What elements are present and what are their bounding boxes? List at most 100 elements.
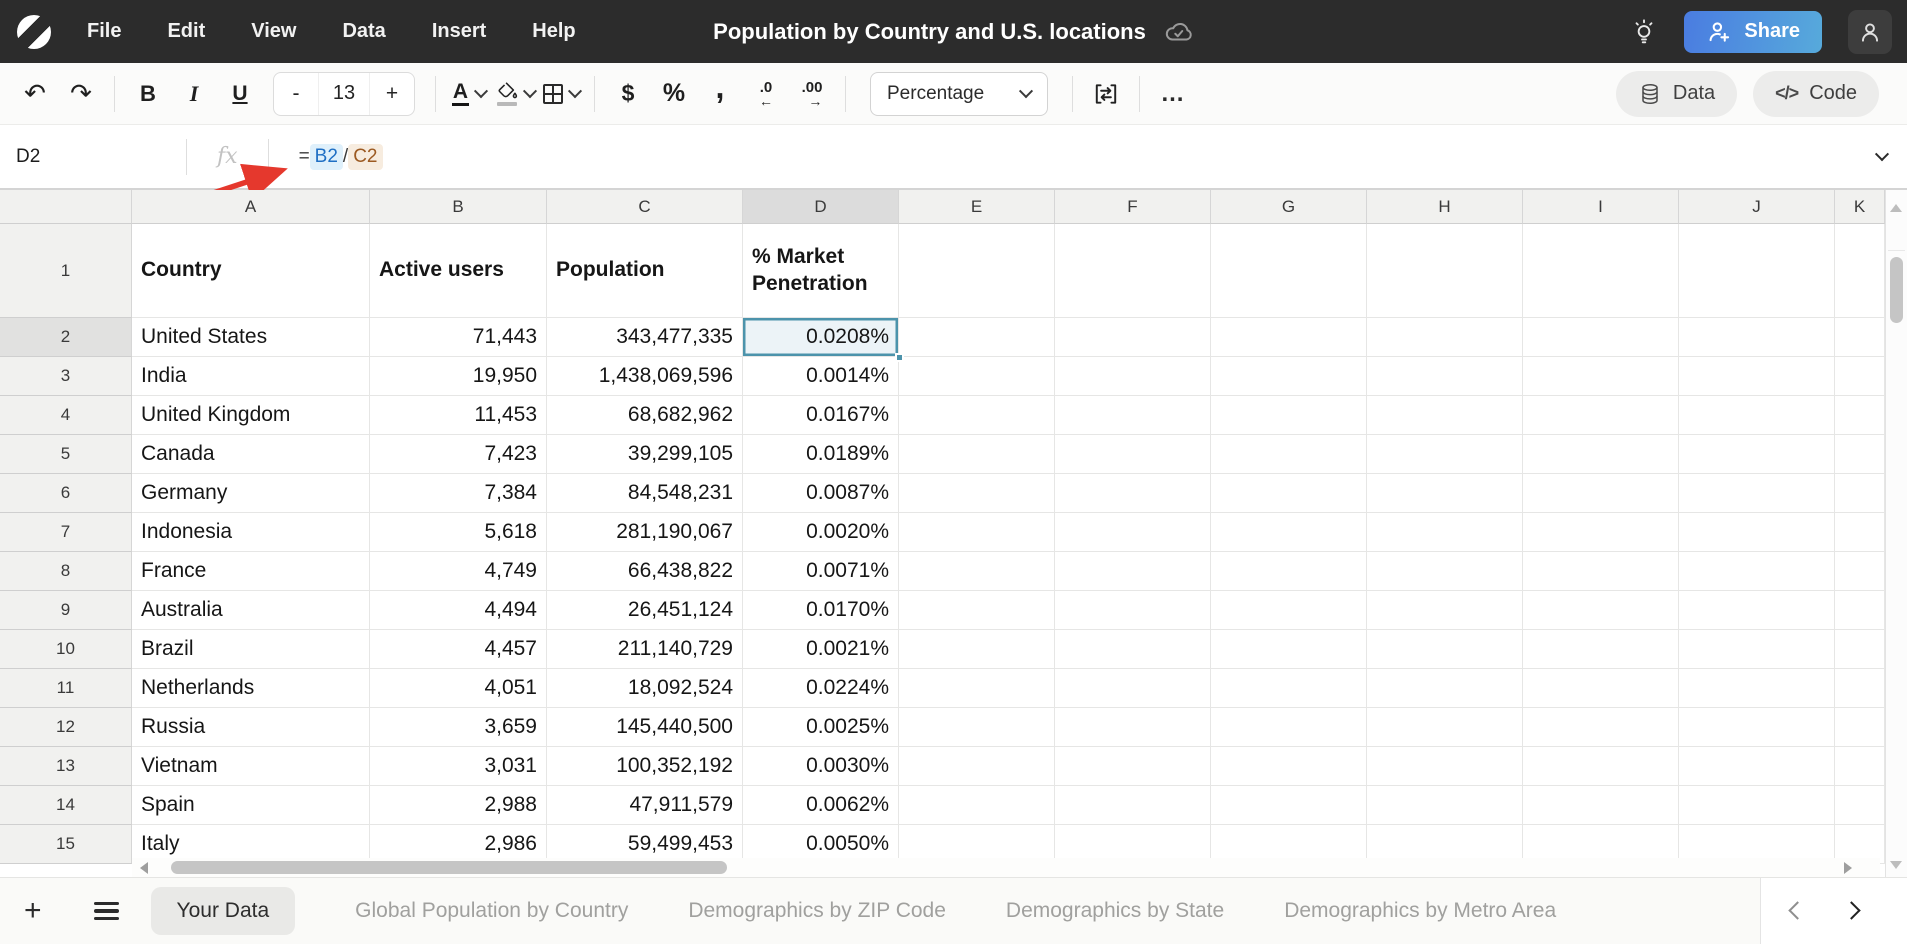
text-color-button[interactable]: A [446,72,492,116]
cell-H6[interactable] [1367,474,1523,513]
cell-D1[interactable]: % Market Penetration [743,224,899,318]
cell-K7[interactable] [1835,513,1885,552]
cell-B9[interactable]: 4,494 [370,591,547,630]
cell-C3[interactable]: 1,438,069,596 [547,357,743,396]
cell-E5[interactable] [899,435,1055,474]
cell-C14[interactable]: 47,911,579 [547,786,743,825]
cell-H14[interactable] [1367,786,1523,825]
cell-E4[interactable] [899,396,1055,435]
cell-G7[interactable] [1211,513,1367,552]
cell-G10[interactable] [1211,630,1367,669]
swap-columns-button[interactable] [1083,72,1129,116]
bold-button[interactable]: B [125,72,171,116]
cell-J3[interactable] [1679,357,1835,396]
cell-J6[interactable] [1679,474,1835,513]
cell-A1[interactable]: Country [132,224,370,318]
horizontal-scrollbar-thumb[interactable] [171,861,727,874]
cell-I8[interactable] [1523,552,1679,591]
cell-K8[interactable] [1835,552,1885,591]
column-header-H[interactable]: H [1367,190,1523,224]
cell-I7[interactable] [1523,513,1679,552]
cell-J7[interactable] [1679,513,1835,552]
cell-C9[interactable]: 26,451,124 [547,591,743,630]
column-header-C[interactable]: C [547,190,743,224]
scroll-down-icon[interactable] [1890,861,1902,869]
column-header-F[interactable]: F [1055,190,1211,224]
cell-K12[interactable] [1835,708,1885,747]
cell-G2[interactable] [1211,318,1367,357]
formula-input[interactable]: = B2 / C2 [299,144,383,170]
cell-C6[interactable]: 84,548,231 [547,474,743,513]
cell-F6[interactable] [1055,474,1211,513]
cell-I12[interactable] [1523,708,1679,747]
cell-C10[interactable]: 211,140,729 [547,630,743,669]
cell-K2[interactable] [1835,318,1885,357]
cell-E7[interactable] [899,513,1055,552]
rows-logo-icon[interactable] [17,15,51,49]
vertical-scrollbar-thumb[interactable] [1890,257,1903,323]
cell-J14[interactable] [1679,786,1835,825]
vertical-scrollbar[interactable] [1885,190,1907,877]
add-sheet-button[interactable]: + [24,896,42,926]
underline-button[interactable]: U [217,72,263,116]
increase-font-button[interactable]: + [370,73,414,115]
cell-G11[interactable] [1211,669,1367,708]
cell-C4[interactable]: 68,682,962 [547,396,743,435]
cell-C7[interactable]: 281,190,067 [547,513,743,552]
cell-H3[interactable] [1367,357,1523,396]
cell-F14[interactable] [1055,786,1211,825]
cell-H7[interactable] [1367,513,1523,552]
cell-H5[interactable] [1367,435,1523,474]
cell-H13[interactable] [1367,747,1523,786]
code-panel-button[interactable]: </> Code [1753,71,1879,117]
cell-G13[interactable] [1211,747,1367,786]
cell-A9[interactable]: Australia [132,591,370,630]
cell-C2[interactable]: 343,477,335 [547,318,743,357]
doc-title[interactable]: Population by Country and U.S. locations [713,19,1146,45]
cell-I6[interactable] [1523,474,1679,513]
menu-item-view[interactable]: View [251,20,296,43]
cell-E14[interactable] [899,786,1055,825]
cell-A11[interactable]: Netherlands [132,669,370,708]
cell-J2[interactable] [1679,318,1835,357]
row-header-15[interactable]: 15 [0,825,132,864]
cell-D9[interactable]: 0.0170% [743,591,899,630]
cell-H8[interactable] [1367,552,1523,591]
row-header-14[interactable]: 14 [0,786,132,825]
menu-item-help[interactable]: Help [532,20,575,43]
cell-A2[interactable]: United States [132,318,370,357]
cell-K4[interactable] [1835,396,1885,435]
cell-K3[interactable] [1835,357,1885,396]
cell-I11[interactable] [1523,669,1679,708]
row-header-5[interactable]: 5 [0,435,132,474]
borders-button[interactable] [538,72,584,116]
cell-G9[interactable] [1211,591,1367,630]
column-header-A[interactable]: A [132,190,370,224]
cell-J11[interactable] [1679,669,1835,708]
share-button[interactable]: Share [1684,11,1822,53]
cell-B13[interactable]: 3,031 [370,747,547,786]
lightbulb-icon[interactable] [1630,18,1658,46]
scroll-right-icon[interactable] [1844,862,1852,874]
cell-I10[interactable] [1523,630,1679,669]
cell-C13[interactable]: 100,352,192 [547,747,743,786]
cell-J1[interactable] [1679,224,1835,318]
horizontal-scrollbar[interactable] [132,858,1880,877]
cell-G4[interactable] [1211,396,1367,435]
cell-D8[interactable]: 0.0071% [743,552,899,591]
sheet-tab-global-population-by-country[interactable]: Global Population by Country [355,899,628,923]
cell-C5[interactable]: 39,299,105 [547,435,743,474]
row-header-1[interactable]: 1 [0,224,132,318]
cell-D5[interactable]: 0.0189% [743,435,899,474]
fill-handle[interactable] [895,353,904,362]
row-header-7[interactable]: 7 [0,513,132,552]
cell-J5[interactable] [1679,435,1835,474]
cell-A14[interactable]: Spain [132,786,370,825]
cell-H2[interactable] [1367,318,1523,357]
sheet-tab-demographics-by-zip-code[interactable]: Demographics by ZIP Code [688,899,946,923]
cell-F8[interactable] [1055,552,1211,591]
data-panel-button[interactable]: Data [1616,71,1737,117]
cell-I14[interactable] [1523,786,1679,825]
cell-I2[interactable] [1523,318,1679,357]
increase-decimal-button[interactable]: .00 → [789,72,835,116]
